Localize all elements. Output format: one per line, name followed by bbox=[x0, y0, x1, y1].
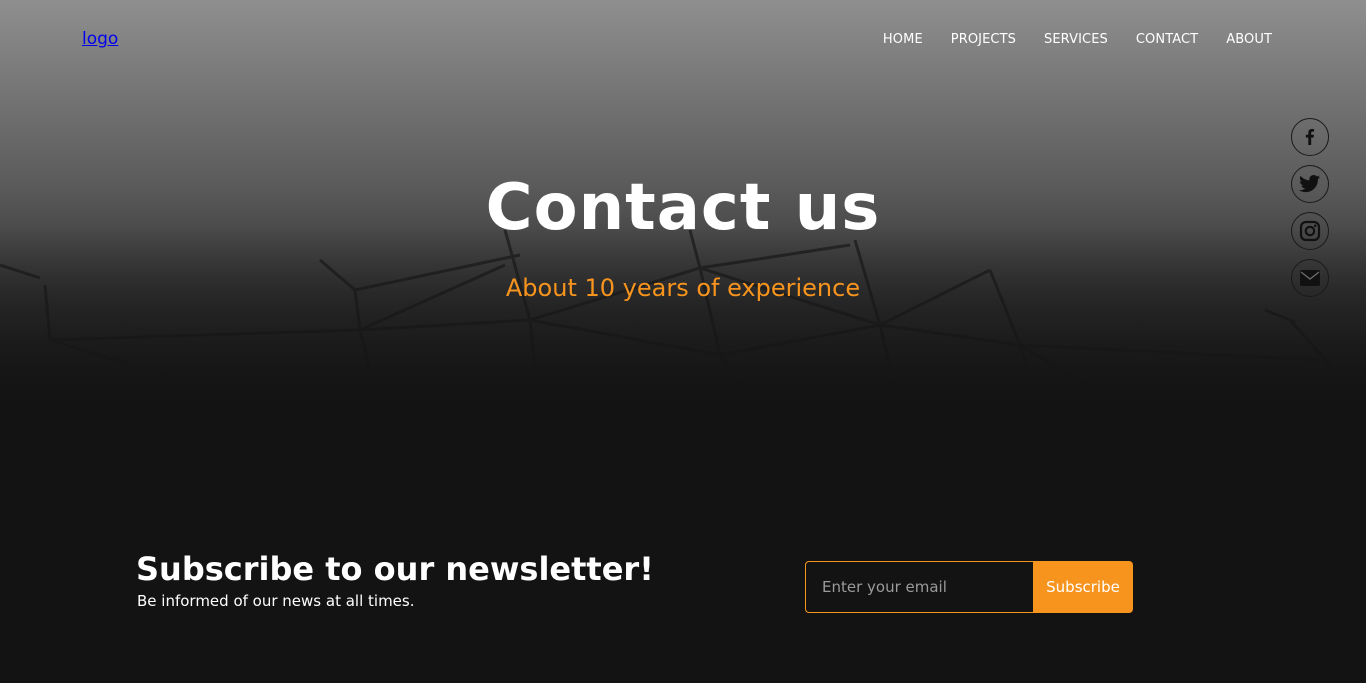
nav-contact[interactable]: CONTACT bbox=[1136, 32, 1198, 47]
subscribe-button[interactable]: Subscribe bbox=[1033, 561, 1133, 613]
nav-about[interactable]: ABOUT bbox=[1226, 32, 1272, 47]
facebook-icon bbox=[1305, 129, 1315, 145]
nav-services[interactable]: SERVICES bbox=[1044, 32, 1108, 47]
email-input[interactable] bbox=[805, 561, 1033, 613]
main-nav: HOME PROJECTS SERVICES CONTACT ABOUT bbox=[883, 32, 1272, 47]
logo-link[interactable]: logo bbox=[82, 29, 118, 49]
page-subtitle: About 10 years of experience bbox=[505, 274, 861, 302]
nav-projects[interactable]: PROJECTS bbox=[951, 32, 1016, 47]
newsletter-title: Subscribe to our newsletter! bbox=[136, 550, 654, 588]
nav-home[interactable]: HOME bbox=[883, 32, 923, 47]
newsletter-subtitle: Be informed of our news at all times. bbox=[137, 592, 415, 610]
newsletter-form: Subscribe bbox=[805, 561, 1133, 613]
facebook-button[interactable] bbox=[1291, 118, 1329, 156]
page-title: Contact us bbox=[485, 171, 881, 245]
